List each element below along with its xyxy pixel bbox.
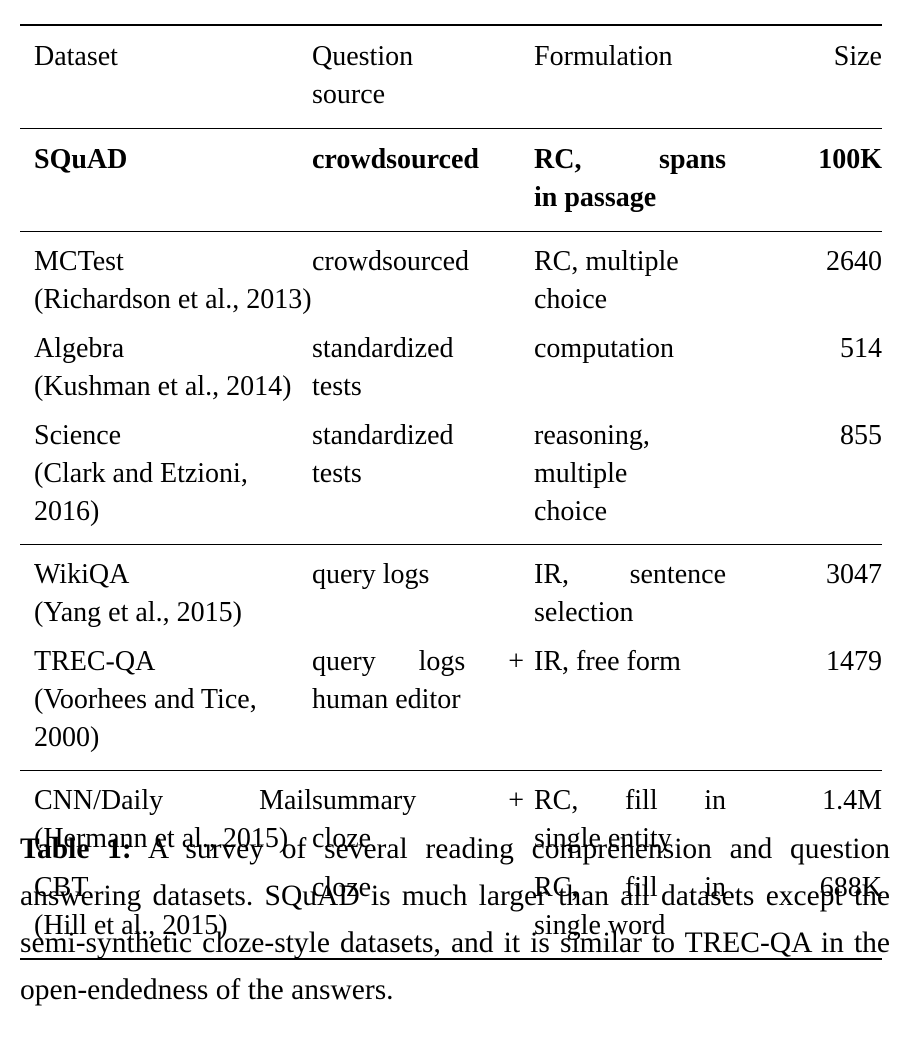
table-caption: Table 1: A survey of several reading com… [20, 826, 890, 1014]
cell-formulation: RC, spans in passage [524, 128, 726, 232]
dataset-citation: (Yang et al., 2015) [34, 597, 242, 628]
cell-size: 3047 [726, 544, 882, 632]
size-value: 2640 [826, 246, 882, 277]
cell-question-source: query logs [312, 544, 524, 632]
formulation-text-line1: RC, fill in [534, 785, 726, 816]
dataset-name: CNN/Daily Mail [34, 785, 312, 816]
dataset-citation: (Clark and Etzioni, 2016) [34, 458, 248, 527]
dataset-name: TREC-QA [34, 646, 156, 677]
formulation-text-line2: selection [534, 597, 634, 628]
source-text: crowdsourced [312, 246, 470, 277]
cell-question-source: query logs + human editor [312, 632, 524, 771]
header-label-size: Size [833, 41, 882, 72]
source-text-line1: query logs + [312, 646, 524, 677]
size-value: 3047 [826, 559, 882, 590]
source-text-line1: standardized [312, 333, 454, 364]
table-row: TREC-QA (Voorhees and Tice, 2000) query … [20, 632, 882, 771]
size-value: 100K [818, 144, 882, 175]
size-value: 855 [840, 420, 882, 451]
cell-dataset: Science (Clark and Etzioni, 2016) [20, 406, 312, 545]
cell-dataset: SQuAD [20, 128, 312, 232]
source-text-line2: tests [312, 458, 362, 489]
dataset-name: Science [34, 420, 122, 451]
cell-formulation: computation [524, 319, 726, 406]
cell-formulation: IR, sentence selection [524, 544, 726, 632]
cell-question-source: standardized tests [312, 406, 524, 545]
table-header-row: Dataset Question source Formulation Size [20, 24, 882, 129]
source-text-line1: summary + [312, 785, 524, 816]
dataset-name: MCTest [34, 246, 124, 277]
size-value: 514 [840, 333, 882, 364]
caption-text: A survey of several reading comprehensio… [20, 833, 890, 1006]
table-row: WikiQA (Yang et al., 2015) query logs IR… [20, 544, 882, 632]
caption-label: Table 1: [20, 833, 132, 865]
cell-dataset: Algebra (Kushman et al., 2014) [20, 319, 312, 406]
formulation-text-line1: RC, spans [534, 144, 726, 175]
formulation-text-line2: in passage [534, 182, 657, 213]
source-text-line1: standardized [312, 420, 454, 451]
dataset-name: Algebra [34, 333, 125, 364]
cell-size: 855 [726, 406, 882, 545]
formulation-text-line2: multiple [534, 458, 628, 489]
size-value: 1.4M [822, 785, 882, 816]
formulation-text-line2: choice [534, 284, 608, 315]
formulation-text-line3: choice [534, 496, 608, 527]
formulation-text-line1: IR, sentence [534, 559, 726, 590]
cell-dataset: MCTest (Richardson et al., 2013) [20, 231, 312, 319]
dataset-citation: (Voorhees and Tice, 2000) [34, 684, 257, 753]
cell-size: 100K [726, 128, 882, 232]
dataset-name: SQuAD [34, 144, 128, 175]
formulation-text-line1: RC, multiple [534, 246, 679, 277]
survey-table-container: Dataset Question source Formulation Size… [20, 24, 882, 961]
table-figure-page: Dataset Question source Formulation Size… [0, 0, 910, 1040]
header-cell-question-source: Question source [312, 24, 524, 129]
header-label-dataset: Dataset [34, 41, 118, 72]
source-text: query logs [312, 559, 430, 590]
cell-question-source: crowdsourced [312, 231, 524, 319]
table-row: Algebra (Kushman et al., 2014) standardi… [20, 319, 882, 406]
header-cell-size: Size [726, 24, 882, 129]
cell-dataset: WikiQA (Yang et al., 2015) [20, 544, 312, 632]
formulation-text-line1: reasoning, [534, 420, 650, 451]
cell-formulation: RC, multiple choice [524, 231, 726, 319]
cell-question-source: crowdsourced [312, 128, 524, 232]
cell-size: 2640 [726, 231, 882, 319]
survey-table: Dataset Question source Formulation Size… [20, 24, 882, 961]
header-label-formulation: Formulation [534, 41, 673, 72]
cell-size: 1479 [726, 632, 882, 771]
dataset-name: WikiQA [34, 559, 130, 590]
table-row: Science (Clark and Etzioni, 2016) standa… [20, 406, 882, 545]
dataset-citation: (Kushman et al., 2014) [34, 371, 292, 402]
source-text-line2: tests [312, 371, 362, 402]
cell-formulation: IR, free form [524, 632, 726, 771]
dataset-citation: (Richardson et al., 2013) [34, 284, 312, 315]
table-row: MCTest (Richardson et al., 2013) crowdso… [20, 231, 882, 319]
source-text-line2: human editor [312, 684, 461, 715]
size-value: 1479 [826, 646, 882, 677]
header-cell-dataset: Dataset [20, 24, 312, 129]
cell-formulation: reasoning, multiple choice [524, 406, 726, 545]
table-row-squad: SQuAD crowdsourced RC, spans in passage [20, 128, 882, 232]
source-text: crowdsourced [312, 144, 479, 175]
cell-size: 514 [726, 319, 882, 406]
cell-dataset: TREC-QA (Voorhees and Tice, 2000) [20, 632, 312, 771]
cell-question-source: standardized tests [312, 319, 524, 406]
header-label-source: source [312, 79, 386, 110]
formulation-text-line1: IR, free form [534, 646, 681, 677]
header-label-question: Question [312, 41, 414, 72]
formulation-text-line1: computation [534, 333, 674, 364]
header-cell-formulation: Formulation [524, 24, 726, 129]
